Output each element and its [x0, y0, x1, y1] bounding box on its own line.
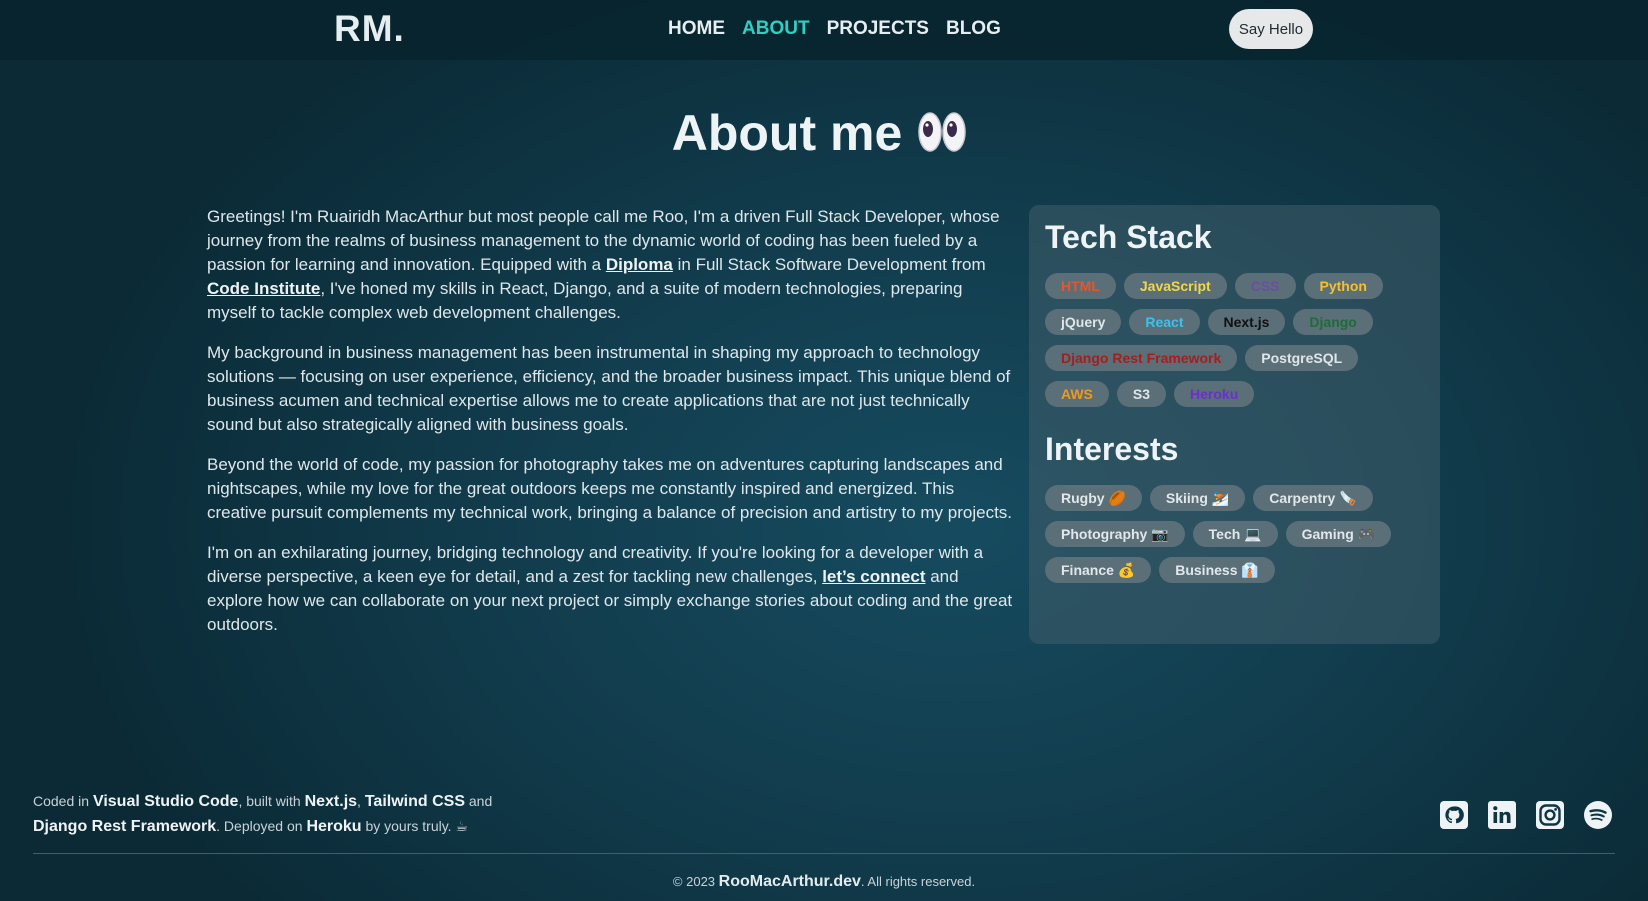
tech-tag: Django	[1293, 309, 1373, 335]
lets-connect-link[interactable]: let’s connect	[822, 567, 925, 586]
say-hello-button[interactable]: Say Hello	[1229, 9, 1313, 49]
instagram-icon[interactable]	[1535, 800, 1565, 830]
bio-p1-text-c: , I've honed my skills in React, Django,…	[207, 279, 963, 322]
footer-text: and	[468, 793, 493, 809]
eyes-icon	[916, 108, 968, 166]
spotify-icon[interactable]	[1583, 800, 1613, 830]
copyright-suffix: . All rights reserved.	[860, 874, 976, 889]
site-logo[interactable]: RM.	[334, 8, 405, 50]
tech-tag: jQuery	[1045, 309, 1122, 335]
footer-heroku: Heroku	[306, 818, 362, 835]
copyright: © 2023 RooMacArthur.dev. All rights rese…	[0, 873, 1648, 891]
footer-text: . Deployed on	[216, 818, 303, 834]
nav-about[interactable]: ABOUT	[742, 18, 810, 40]
bio-p1-text-b: in Full Stack Software Development from	[672, 255, 986, 274]
interest-tag: Tech 💻	[1192, 521, 1278, 547]
diploma-link[interactable]: Diploma	[606, 255, 673, 274]
page-title-text: About me	[671, 105, 903, 161]
copyright-prefix: © 2023	[672, 874, 716, 889]
social-links	[1439, 800, 1613, 830]
interests-heading: Interests	[1045, 431, 1179, 467]
interest-tag: Business 👔	[1159, 557, 1275, 583]
footer-credit-line-2: Django Rest Framework. Deployed on Herok…	[33, 814, 492, 839]
nav-links: HOME ABOUT PROJECTS BLOG	[668, 18, 1001, 40]
footer-text: Coded in	[33, 793, 90, 809]
nav-blog[interactable]: BLOG	[946, 18, 1001, 40]
bio-paragraph-4: I'm on an exhilarating journey, bridging…	[207, 541, 1015, 637]
bio-paragraph-2: My background in business management has…	[207, 343, 1011, 434]
footer-divider	[33, 853, 1615, 854]
navbar: RM. HOME ABOUT PROJECTS BLOG Say Hello	[0, 0, 1648, 60]
tech-tag: Django Rest Framework	[1045, 345, 1238, 371]
interest-tag: Rugby 🏉	[1045, 485, 1142, 511]
site-name: RooMacArthur.dev	[718, 873, 861, 890]
footer-text: , built with	[238, 793, 301, 809]
interests-tags: Rugby 🏉 Skiing ⛷️ Carpentry 🪚 Photograph…	[1045, 485, 1430, 583]
tech-tag: JavaScript	[1123, 273, 1227, 299]
tech-tag: Heroku	[1174, 381, 1255, 407]
skills-card: Tech Stack HTML JavaScript CSS Python jQ…	[1029, 205, 1440, 644]
tech-tag: HTML	[1045, 273, 1116, 299]
footer-tailwind: Tailwind CSS	[364, 793, 465, 810]
footer-drf: Django Rest Framework	[33, 818, 217, 835]
interest-tag: Gaming 🎮	[1285, 521, 1392, 547]
tech-tag: S3	[1116, 381, 1167, 407]
interest-tag: Finance 💰	[1045, 557, 1152, 583]
interest-tag: Carpentry 🪚	[1253, 485, 1373, 511]
bio-paragraph-3: Beyond the world of code, my passion for…	[207, 455, 1013, 522]
tech-stack-tags: HTML JavaScript CSS Python jQuery React …	[1045, 273, 1430, 407]
footer-credit-line-1: Coded in Visual Studio Code, built with …	[33, 789, 492, 814]
tech-tag: AWS	[1045, 381, 1109, 407]
footer-text: by yours truly. ☕	[365, 818, 469, 834]
interest-tag: Photography 📷	[1045, 521, 1185, 547]
footer-credit: Coded in Visual Studio Code, built with …	[33, 789, 492, 839]
bio-section: Greetings! I'm Ruairidh MacArthur but mo…	[207, 205, 1015, 653]
footer-nextjs: Next.js	[304, 793, 358, 810]
nav-projects[interactable]: PROJECTS	[827, 18, 929, 40]
nav-home[interactable]: HOME	[668, 18, 725, 40]
linkedin-icon[interactable]	[1487, 800, 1517, 830]
tech-tag: React	[1129, 309, 1200, 335]
github-icon[interactable]	[1439, 800, 1469, 830]
code-institute-link[interactable]: Code Institute	[207, 279, 320, 298]
tech-tag: Next.js	[1207, 309, 1286, 335]
bio-paragraph-1: Greetings! I'm Ruairidh MacArthur but mo…	[207, 205, 1015, 325]
footer-vscode: Visual Studio Code	[92, 793, 239, 810]
tech-tag: PostgreSQL	[1245, 345, 1359, 371]
tech-tag: Python	[1303, 273, 1383, 299]
interest-tag: Skiing ⛷️	[1149, 485, 1246, 511]
tech-tag: CSS	[1234, 273, 1296, 299]
page-title: About me	[0, 104, 1640, 166]
footer-text: ,	[357, 793, 361, 809]
tech-stack-heading: Tech Stack	[1045, 219, 1212, 255]
